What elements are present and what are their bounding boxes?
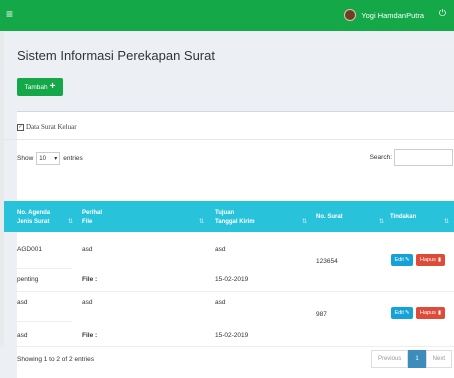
show-label: Show — [17, 155, 34, 162]
divider — [4, 291, 454, 292]
chevron-down-icon: ▾ — [54, 156, 58, 162]
entries-select-value: 10 — [39, 155, 46, 162]
add-button-label: Tambah — [24, 83, 48, 91]
cell-jenis: asd — [17, 332, 28, 339]
edit-button[interactable]: Edit ✎ — [391, 307, 413, 319]
main-content: Sistem Informasi Perekapan Surat Tambah … — [4, 31, 454, 378]
th-no-surat[interactable]: No. Surat — [316, 213, 343, 222]
avatar — [344, 9, 357, 21]
trash-icon: ▮ — [437, 257, 441, 263]
cell-tanggal: 15-02-2019 — [215, 332, 249, 339]
page-1-button[interactable]: 1 — [408, 350, 426, 368]
sort-icon[interactable]: ⇅ — [302, 218, 307, 225]
cell-perihal: asd — [82, 246, 93, 253]
th-tindakan[interactable]: Tindakan — [390, 213, 416, 222]
divider — [17, 268, 72, 269]
power-icon[interactable]: ⏻ — [439, 8, 446, 19]
trash-icon: ▮ — [437, 310, 441, 316]
divider — [4, 139, 454, 140]
data-box: ✓ Data Surat Keluar Show 10 ▾ entries Se… — [4, 111, 454, 378]
th-perihal[interactable]: Perihal File — [82, 209, 102, 227]
sort-icon[interactable]: ⇅ — [444, 218, 449, 225]
th-tujuan-label: Tujuan — [215, 210, 235, 216]
cell-tujuan: asd — [215, 299, 226, 306]
hamburger-icon[interactable]: ≡ — [6, 7, 13, 21]
th-tanggal-label: Tanggal Kirim — [215, 219, 255, 225]
cell-file[interactable]: File : — [82, 332, 97, 339]
cell-no-surat: 123654 — [316, 258, 338, 265]
user-menu[interactable]: Yogi HamdanPutra — [344, 9, 424, 21]
search-control: Search: — [370, 149, 453, 166]
delete-button-label: Hapus — [420, 257, 436, 263]
cell-tujuan: asd — [215, 246, 226, 253]
pagination: Previous 1 Next — [370, 350, 452, 368]
previous-page-button[interactable]: Previous — [370, 350, 409, 368]
cell-jenis: penting — [17, 276, 39, 283]
add-button[interactable]: Tambah + — [17, 78, 63, 96]
delete-button[interactable]: Hapus ▮ — [416, 307, 445, 319]
next-page-button[interactable]: Next — [425, 350, 452, 368]
entries-select[interactable]: 10 ▾ — [36, 152, 61, 165]
sort-icon[interactable]: ⇅ — [199, 218, 204, 225]
cell-no-surat: 987 — [316, 311, 327, 318]
user-name: Yogi HamdanPutra — [361, 10, 424, 20]
th-perihal-label: Perihal — [82, 210, 103, 216]
cell-file[interactable]: File : — [82, 276, 97, 283]
checkbox-icon: ✓ — [17, 123, 24, 131]
th-agenda[interactable]: No. Agenda Jenis Surat — [17, 209, 50, 227]
edit-button[interactable]: Edit ✎ — [391, 254, 413, 266]
table-header: No. Agenda Jenis Surat ⇅ Perihal File ⇅ … — [4, 201, 454, 232]
sort-icon[interactable]: ⇅ — [379, 218, 384, 225]
edit-button-label: Edit — [394, 310, 404, 316]
delete-button[interactable]: Hapus ▮ — [416, 254, 445, 266]
page-title: Sistem Informasi Perekapan Surat — [17, 48, 215, 63]
sort-icon[interactable]: ⇅ — [68, 218, 73, 225]
table-info: Showing 1 to 2 of 2 entries — [17, 356, 94, 363]
cell-agenda: AGD001 — [17, 246, 42, 253]
th-jenis-label: Jenis Surat — [17, 219, 50, 225]
th-agenda-label: No. Agenda — [17, 210, 51, 216]
th-file-label: File — [82, 219, 93, 225]
edit-icon: ✎ — [404, 310, 410, 316]
plus-icon: + — [49, 81, 56, 92]
box-title-text: Data Surat Keluar — [26, 123, 77, 131]
delete-button-label: Hapus — [420, 310, 436, 316]
search-label: Search: — [369, 154, 392, 161]
edit-button-label: Edit — [394, 257, 404, 263]
search-input[interactable] — [394, 149, 453, 166]
edit-icon: ✎ — [404, 257, 410, 263]
entries-length-control: Show 10 ▾ entries — [17, 152, 83, 165]
cell-tanggal: 15-02-2019 — [215, 276, 249, 283]
cell-agenda: asd — [17, 299, 28, 306]
divider — [17, 321, 72, 322]
cell-perihal: asd — [82, 299, 93, 306]
entries-label: entries — [63, 155, 83, 162]
th-tujuan[interactable]: Tujuan Tanggal Kirim — [215, 209, 255, 227]
top-navbar: ≡ Yogi HamdanPutra ⏻ — [0, 0, 454, 31]
box-title: ✓ Data Surat Keluar — [17, 123, 77, 131]
